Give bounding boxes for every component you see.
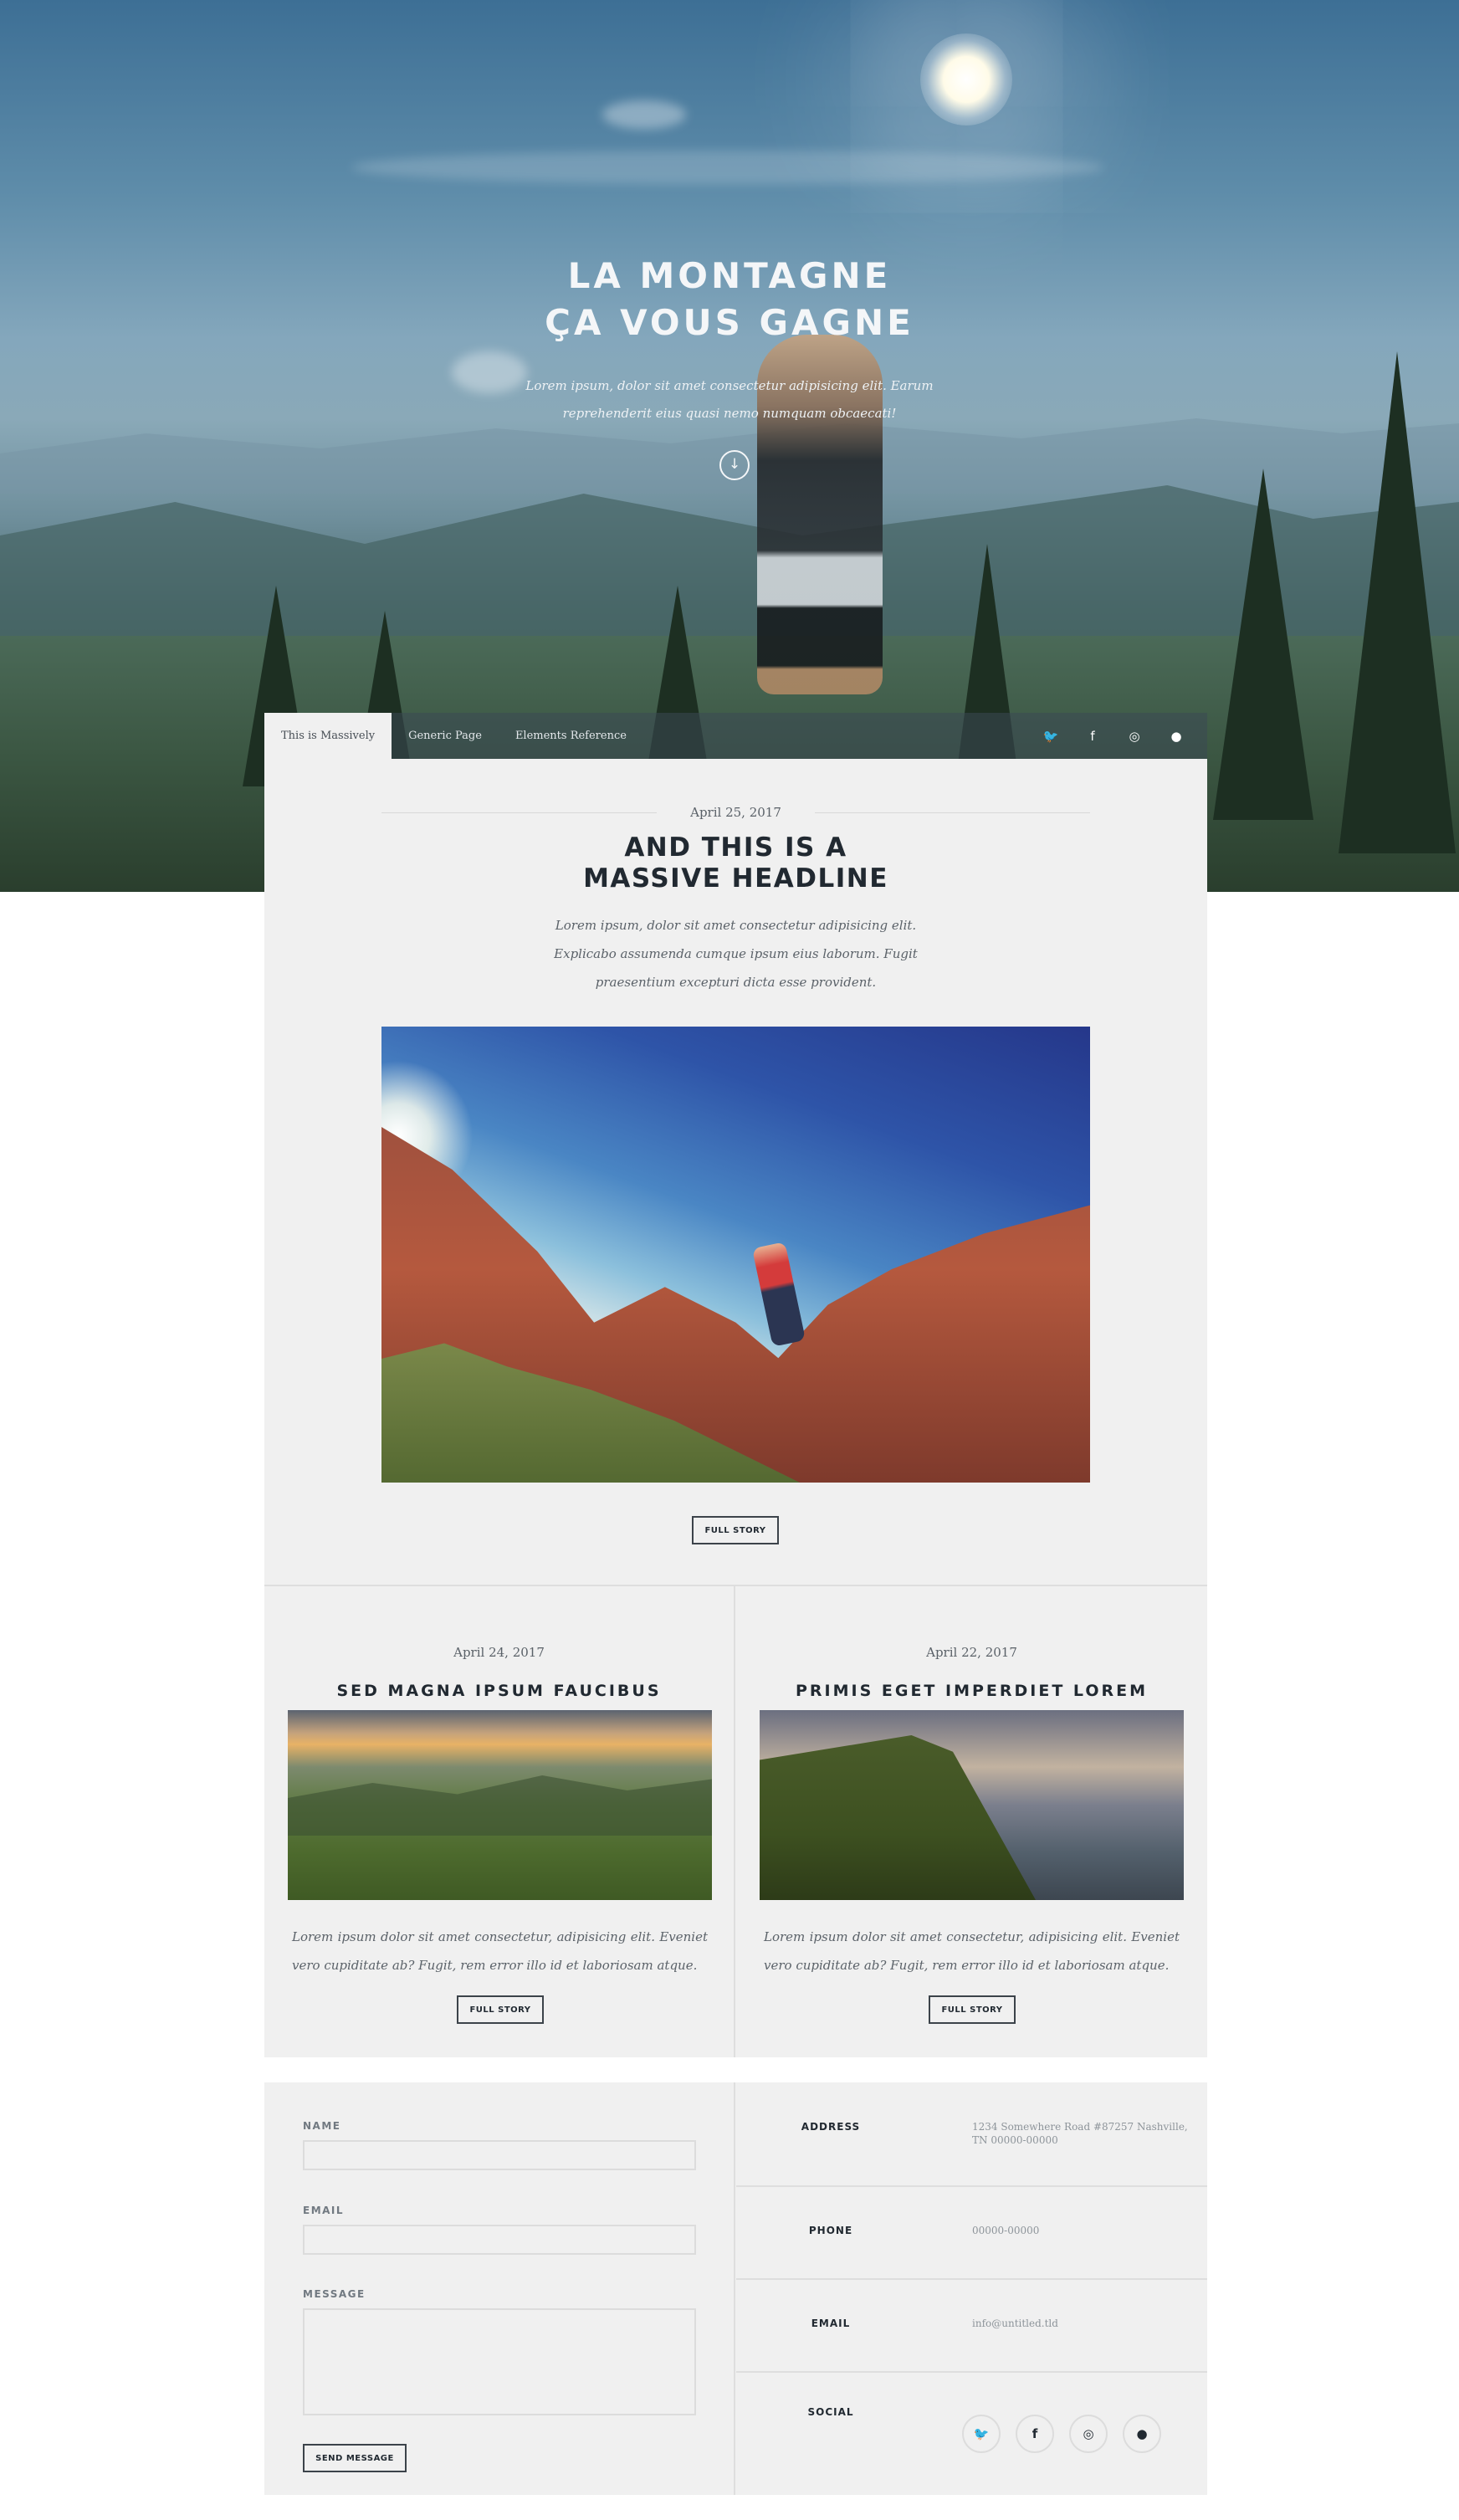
hero-subtitle-line1: Lorem ipsum, dolor sit amet consectetur … [525,378,934,393]
twitter-icon[interactable]: 🐦 [1030,729,1072,744]
github-icon[interactable]: ● [1123,2415,1161,2453]
hero-title: LA MONTAGNE ÇA VOUS GAGNE [479,253,980,346]
post-image[interactable] [288,1710,712,1900]
email-field[interactable] [303,2225,696,2255]
featured-post: April 25, 2017 AND THIS IS A MASSIVE HEA… [264,759,1207,1585]
message-label: MESSAGE [303,2288,366,2300]
featured-image[interactable] [381,1027,1090,1483]
email-label: EMAIL [303,2205,345,2216]
hero-cloud [351,151,1104,184]
featured-excerpt: Lorem ipsum, dolor sit amet consectetur … [515,911,956,996]
post-date: April 24, 2017 [453,1645,545,1660]
image-ridge [288,1775,712,1836]
featured-title-line1[interactable]: AND THIS IS A [423,832,1048,863]
send-message-button[interactable]: SEND MESSAGE [303,2444,407,2472]
contact-info: ADDRESS 1234 Somewhere Road #87257 Nashv… [736,2082,1207,2495]
main-nav: This is Massively Generic Page Elements … [264,713,1207,759]
address-value: 1234 Somewhere Road #87257 Nashville, TN… [972,2121,1188,2146]
featured-excerpt-line1: Lorem ipsum, dolor sit amet consectetur … [555,918,917,933]
facebook-icon[interactable]: f [1072,729,1113,744]
image-cliff [760,1735,1036,1900]
social-row: SOCIAL 🐦 f ◎ ● [736,2373,1207,2495]
hero-subtitle-line2: reprehenderit eius quasi nemo numquam ob… [562,406,897,421]
post-title[interactable]: SED MAGNA IPSUM FAUCIBUS [264,1682,734,1700]
address-row: ADDRESS 1234 Somewhere Road #87257 Nashv… [736,2082,1207,2187]
featured-date-row: April 25, 2017 [381,802,1091,822]
divider [814,812,1091,813]
email-row: EMAIL info@untitled.tld [736,2280,1207,2373]
nav-social-icons: 🐦 f ◎ ● [1030,729,1207,744]
contact-footer: NAME EMAIL MESSAGE SEND MESSAGE ADDRESS … [264,2082,1207,2495]
hero-cloud [452,351,527,393]
post-full-story-button[interactable]: FULL STORY [457,1995,544,2024]
footer-social-icons: 🐦 f ◎ ● [962,2415,1176,2453]
post-title[interactable]: PRIMIS EGET IMPERDIET LOREM [736,1682,1207,1700]
post-image[interactable] [760,1710,1184,1900]
scroll-down-icon[interactable]: ↓ [719,450,750,480]
image-runner [751,1242,806,1347]
social-label: SOCIAL [807,2406,854,2418]
featured-title-line2[interactable]: MASSIVE HEADLINE [423,863,1048,894]
featured-full-story-button[interactable]: FULL STORY [692,1516,779,1544]
featured-title[interactable]: AND THIS IS A MASSIVE HEADLINE [423,832,1048,894]
hero-title-line1: LA MONTAGNE [567,255,892,296]
hero-cloud [602,100,686,129]
nav-item-this-is-massively[interactable]: This is Massively [264,713,392,759]
post-full-story-button[interactable]: FULL STORY [929,1995,1016,2024]
hero-tree [1339,351,1456,853]
post-excerpt: Lorem ipsum dolor sit amet consectetur, … [764,1929,1180,1973]
phone-label: PHONE [808,2225,853,2236]
featured-excerpt-line3: praesentium excepturi dicta esse provide… [595,975,877,990]
message-textarea[interactable] [303,2308,696,2415]
instagram-icon[interactable]: ◎ [1113,729,1155,744]
address-label: ADDRESS [801,2121,861,2133]
post-excerpt: Lorem ipsum dolor sit amet consectetur, … [292,1929,708,1973]
email-value[interactable]: info@untitled.tld [972,2317,1190,2330]
featured-date: April 25, 2017 [690,805,781,820]
contact-form: NAME EMAIL MESSAGE SEND MESSAGE [264,2082,735,2495]
instagram-icon[interactable]: ◎ [1069,2415,1108,2453]
facebook-icon[interactable]: f [1016,2415,1054,2453]
post-date: April 22, 2017 [926,1645,1017,1660]
posts-grid: April 24, 2017 SED MAGNA IPSUM FAUCIBUS … [264,1585,1207,2057]
nav-item-generic-page[interactable]: Generic Page [392,713,499,759]
email-info-label: EMAIL [811,2318,851,2329]
featured-excerpt-line2: Explicabo assumenda cumque ipsum eius la… [554,946,918,961]
hero-subtitle: Lorem ipsum, dolor sit amet consectetur … [520,372,939,428]
name-field[interactable] [303,2140,696,2170]
hero-sun [920,33,1012,125]
twitter-icon[interactable]: 🐦 [962,2415,1001,2453]
post-card: April 24, 2017 SED MAGNA IPSUM FAUCIBUS … [264,1586,735,2057]
name-label: NAME [303,2120,341,2132]
github-icon[interactable]: ● [1155,729,1197,744]
hero-title-line2: ÇA VOUS GAGNE [545,302,914,343]
nav-item-elements-reference[interactable]: Elements Reference [499,713,643,759]
post-card: April 22, 2017 PRIMIS EGET IMPERDIET LOR… [736,1586,1207,2057]
hero-tree [1213,469,1313,820]
divider [381,812,658,813]
phone-value: 00000-00000 [972,2225,1040,2236]
phone-row: PHONE 00000-00000 [736,2187,1207,2280]
